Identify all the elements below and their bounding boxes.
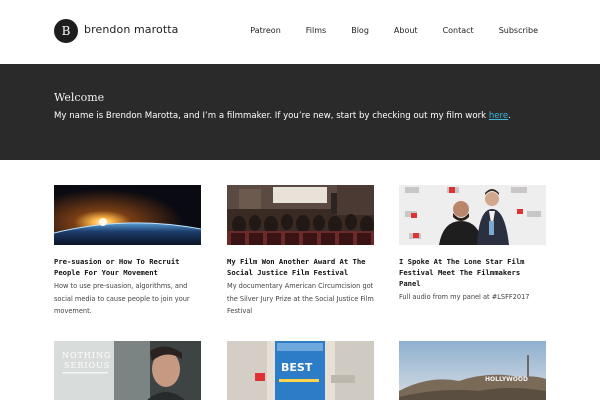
welcome-title: Welcome (54, 91, 105, 104)
post-card: BEST (227, 341, 374, 400)
post-excerpt: How to use pre-suasion, algorithms, and … (54, 282, 190, 315)
post-card: I Spoke At The Lone Star Film Festival M… (399, 185, 546, 304)
post-thumbnail-panel-photo[interactable] (399, 185, 546, 245)
thumb-text-best: BEST (281, 361, 313, 374)
post-card: HOLLYWOOD (399, 341, 546, 400)
post-card: My Film Won Another Award At The Social … (227, 185, 374, 318)
nav-films[interactable]: Films (306, 26, 326, 35)
main-nav: Patreon Films Blog About Contact Subscri… (225, 26, 538, 35)
welcome-banner: Welcome My name is Brendon Marotta, and … (0, 64, 600, 160)
logo-icon[interactable]: B (54, 19, 78, 43)
post-excerpt: My documentary American Circumcision got… (227, 282, 374, 315)
post-card: Pre-suasion or How To Recruit People For… (54, 185, 201, 318)
thumb-text-hollywood: HOLLYWOOD (485, 376, 528, 383)
nav-about[interactable]: About (394, 26, 418, 35)
post-thumbnail-theater-audience[interactable] (227, 185, 374, 245)
welcome-text-end: . (508, 111, 511, 121)
post-title[interactable]: My Film Won Another Award At The Social … (227, 256, 374, 278)
film-work-link[interactable]: here (489, 111, 508, 121)
nav-subscribe[interactable]: Subscribe (499, 26, 538, 35)
site-header: B brendon marotta Patreon Films Blog Abo… (0, 0, 600, 64)
post-thumbnail-best-award[interactable]: BEST (227, 341, 374, 400)
nav-contact[interactable]: Contact (443, 26, 474, 35)
welcome-text-body: My name is Brendon Marotta, and I’m a fi… (54, 111, 489, 121)
post-title[interactable]: I Spoke At The Lone Star Film Festival M… (399, 256, 546, 289)
thumb-text-serious: SERIOUS (64, 361, 110, 370)
nav-patreon[interactable]: Patreon (250, 26, 281, 35)
post-card: NOTHING SERIOUS (54, 341, 201, 400)
thumb-text-nothing: NOTHING (62, 351, 111, 360)
post-excerpt: Full audio from my panel at #LSFF2017 (399, 293, 530, 301)
post-thumbnail-hollywood-sign[interactable]: HOLLYWOOD (399, 341, 546, 400)
post-thumbnail-nothing-serious[interactable]: NOTHING SERIOUS (54, 341, 201, 400)
post-thumbnail-earth-horizon[interactable] (54, 185, 201, 245)
welcome-text: My name is Brendon Marotta, and I’m a fi… (54, 111, 511, 121)
nav-blog[interactable]: Blog (351, 26, 369, 35)
post-title[interactable]: Pre-suasion or How To Recruit People For… (54, 256, 201, 278)
site-name[interactable]: brendon marotta (84, 23, 179, 36)
